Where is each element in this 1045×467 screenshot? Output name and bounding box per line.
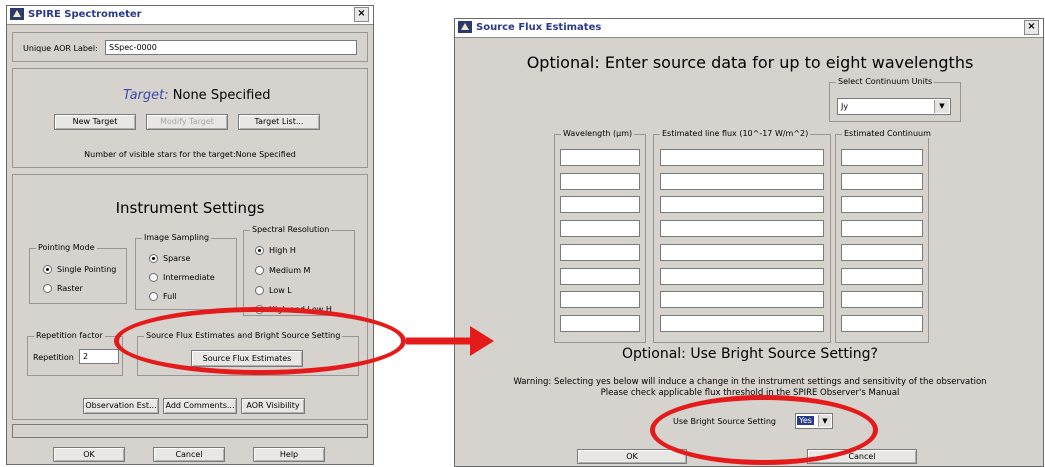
- sparse-label: Sparse: [163, 254, 191, 263]
- continuum-input[interactable]: [841, 196, 923, 214]
- modify-target-button[interactable]: Modify Target: [146, 114, 228, 130]
- intermediate-label: Intermediate: [163, 273, 215, 282]
- repetition-caption: Repetition: [33, 353, 74, 362]
- continuum-column-header: Estimated Continuum: [842, 129, 933, 138]
- line-flux-input[interactable]: [660, 196, 824, 214]
- target-list-button[interactable]: Target List...: [238, 114, 320, 130]
- continuum-units-select[interactable]: Jy ▼: [837, 98, 951, 115]
- source-flux-estimates-window: Source Flux Estimates × Optional: Enter …: [454, 18, 1044, 467]
- spectral-resolution-legend: Spectral Resolution: [250, 225, 332, 234]
- line-flux-input[interactable]: [660, 267, 824, 285]
- raster-label: Raster: [57, 284, 83, 293]
- spire-spectrometer-window: SPIRE Spectrometer × Unique AOR Label: S…: [6, 5, 374, 465]
- high-h-label: High H: [269, 246, 296, 255]
- sparse-radio[interactable]: [149, 254, 158, 263]
- wavelength-input[interactable]: [560, 196, 640, 214]
- observation-est-button[interactable]: Observation Est...: [83, 398, 159, 414]
- add-comments-button[interactable]: Add Comments...: [163, 398, 237, 414]
- aor-label-input[interactable]: SSpec-0000: [105, 40, 357, 55]
- medium-m-label: Medium M: [269, 266, 311, 275]
- continuum-input[interactable]: [841, 220, 923, 238]
- close-icon[interactable]: ×: [354, 7, 369, 22]
- pointing-mode-group: Pointing Mode: [29, 243, 127, 304]
- line-flux-column-header: Estimated line flux (10^-17 W/m^2): [660, 129, 811, 138]
- full-label: Full: [163, 292, 177, 301]
- high-low-label: High and Low H: [269, 305, 332, 314]
- continuum-input[interactable]: [841, 267, 923, 285]
- repetition-input[interactable]: 2: [79, 349, 119, 364]
- enter-source-data-heading: Optional: Enter source data for up to ei…: [526, 53, 974, 72]
- line-flux-input[interactable]: [660, 291, 824, 309]
- ok-button[interactable]: OK: [53, 447, 125, 462]
- full-radio[interactable]: [149, 292, 158, 301]
- continuum-units-value: Jy: [841, 102, 849, 111]
- help-button[interactable]: Help: [253, 447, 325, 462]
- window-title: Source Flux Estimates: [476, 22, 602, 33]
- continuum-input[interactable]: [841, 314, 923, 332]
- raster-radio[interactable]: [43, 284, 52, 293]
- warning-line-2: Please check applicable flux threshold i…: [600, 388, 900, 398]
- wavelength-input[interactable]: [560, 172, 640, 190]
- bright-source-value: Yes: [797, 416, 814, 425]
- line-flux-input[interactable]: [660, 220, 824, 238]
- continuum-input[interactable]: [841, 291, 923, 309]
- line-flux-input[interactable]: [660, 172, 824, 190]
- medium-m-radio[interactable]: [255, 266, 264, 275]
- high-low-radio[interactable]: [255, 305, 264, 314]
- continuum-input[interactable]: [841, 243, 923, 261]
- wavelength-column-header: Wavelength (µm): [561, 129, 635, 138]
- bright-source-select[interactable]: Yes ▼: [795, 413, 833, 429]
- bright-source-heading: Optional: Use Bright Source Setting?: [621, 346, 878, 362]
- app-icon: [458, 21, 472, 33]
- source-flux-estimates-button[interactable]: Source Flux Estimates: [191, 350, 303, 367]
- title-bar[interactable]: Source Flux Estimates ×: [455, 19, 1043, 38]
- line-flux-input[interactable]: [660, 243, 824, 261]
- aor-visibility-button[interactable]: AOR Visibility: [241, 398, 305, 414]
- window-title: SPIRE Spectrometer: [28, 9, 142, 20]
- wavelength-input[interactable]: [560, 291, 640, 309]
- close-icon[interactable]: ×: [1024, 20, 1039, 35]
- image-sampling-legend: Image Sampling: [142, 233, 212, 242]
- instrument-settings-heading: Instrument Settings: [115, 199, 265, 217]
- single-pointing-label: Single Pointing: [57, 265, 117, 274]
- new-target-button[interactable]: New Target: [54, 114, 136, 130]
- wavelength-input[interactable]: [560, 314, 640, 332]
- low-l-label: Low L: [269, 286, 292, 295]
- wavelength-input[interactable]: [560, 267, 640, 285]
- cancel-button[interactable]: Cancel: [807, 449, 917, 464]
- visible-stars-text: Number of visible stars for the target:N…: [84, 150, 296, 159]
- pointing-mode-legend: Pointing Mode: [36, 243, 97, 252]
- chevron-down-icon[interactable]: ▼: [934, 100, 949, 113]
- warning-line-1: Warning: Selecting yes below will induce…: [513, 377, 987, 387]
- continuum-input[interactable]: [841, 172, 923, 190]
- aor-label-caption: Unique AOR Label:: [23, 44, 98, 53]
- chevron-down-icon[interactable]: ▼: [818, 415, 831, 427]
- wavelength-input[interactable]: [560, 149, 640, 166]
- source-flux-bright-legend: Source Flux Estimates and Bright Source …: [144, 331, 343, 340]
- target-prefix: Target:: [123, 88, 169, 103]
- target-value: None Specified: [172, 88, 271, 103]
- continuum-units-legend: Select Continuum Units: [836, 77, 935, 86]
- title-bar[interactable]: SPIRE Spectrometer ×: [7, 6, 373, 25]
- continuum-input[interactable]: [841, 149, 923, 166]
- line-flux-input[interactable]: [660, 314, 824, 332]
- repetition-factor-legend: Repetition factor: [34, 331, 105, 340]
- bright-source-caption: Use Bright Source Setting: [673, 417, 776, 426]
- line-flux-input[interactable]: [660, 149, 824, 166]
- wavelength-input[interactable]: [560, 243, 640, 261]
- cancel-button[interactable]: Cancel: [153, 447, 225, 462]
- ok-button[interactable]: OK: [577, 449, 687, 464]
- low-l-radio[interactable]: [255, 286, 264, 295]
- app-icon: [10, 8, 24, 20]
- wavelength-input[interactable]: [560, 220, 640, 238]
- high-h-radio[interactable]: [255, 246, 264, 255]
- intermediate-radio[interactable]: [149, 273, 158, 282]
- status-bar: [12, 424, 368, 438]
- target-line: Target: None Specified: [123, 88, 271, 103]
- single-pointing-radio[interactable]: [43, 265, 52, 274]
